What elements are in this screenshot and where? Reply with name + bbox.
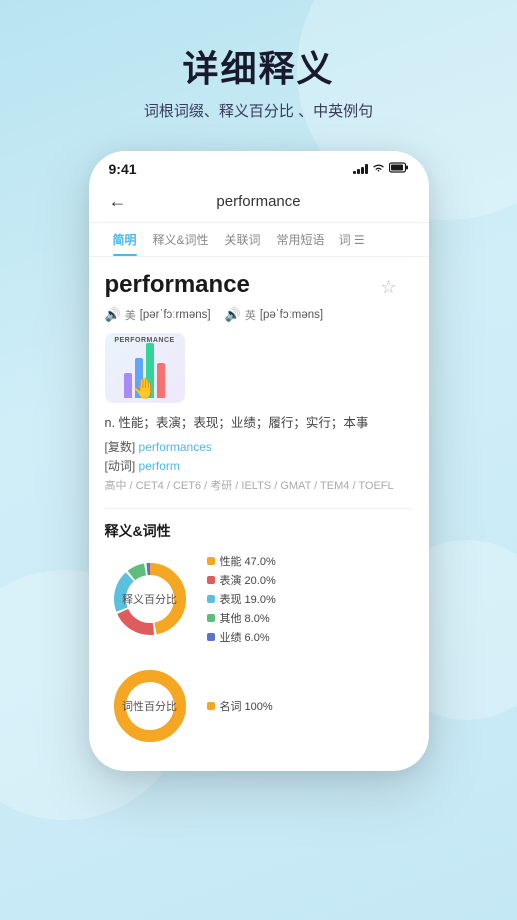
section-divider <box>105 508 413 509</box>
word-tags: 高中 / CET4 / CET6 / 考研 / IELTS / GMAT / T… <box>105 478 413 496</box>
app-title: 详细释义 <box>20 40 497 92</box>
word-definition: n. 性能；表演；表现；业绩；履行；实行；本事 <box>105 413 413 434</box>
legend-label: 其他 8.0% <box>220 610 270 626</box>
donut2-label: 词性百分比 <box>122 698 177 714</box>
donut1-row: 释义百分比 性能 47.0% 表演 20.0% 表现 19.0% 其他 8.0% 业绩 … <box>105 553 413 645</box>
section-definition-title: 释义&词性 <box>105 521 413 541</box>
tab-simple[interactable]: 简明 <box>105 223 145 256</box>
legend-dot <box>207 576 215 584</box>
status-time: 9:41 <box>109 161 137 177</box>
chart-bar <box>157 363 165 398</box>
legend-label: 表演 20.0% <box>220 572 276 588</box>
nav-bar: ← performance <box>89 181 429 223</box>
legend-label: 表现 19.0% <box>220 591 276 607</box>
tab-phrases[interactable]: 常用短语 <box>269 223 333 256</box>
legend-item: 名词 100% <box>207 698 273 714</box>
tab-word[interactable]: 词 ☰ <box>335 223 369 256</box>
pron-uk-phonetic: [pəˈfɔːməns] <box>260 309 323 321</box>
app-subtitle: 词根词缀、释义百分比 、中英例句 <box>20 100 497 121</box>
pron-us[interactable]: 🔊 美 [pərˈfɔːrməns] <box>105 307 211 323</box>
signal-bar-2 <box>357 169 360 174</box>
plural-label: [复数] <box>105 440 139 454</box>
legend-item: 表现 19.0% <box>207 591 276 607</box>
donut2-chart: 词性百分比 <box>105 661 195 751</box>
donut1-chart: 释义百分比 <box>105 554 195 644</box>
tabs-bar: 简明 释义&词性 关联词 常用短语 词 ☰ <box>89 223 429 257</box>
bookmark-button[interactable]: ☆ <box>380 277 396 298</box>
legend-item: 性能 47.0% <box>207 553 276 569</box>
word-title: performance <box>105 271 250 299</box>
word-image-text: PERFORMANCE <box>105 337 185 344</box>
verb-word[interactable]: perform <box>139 459 180 473</box>
legend-item: 表演 20.0% <box>207 572 276 588</box>
speaker-us-icon: 🔊 <box>105 307 121 323</box>
nav-title: performance <box>131 193 387 210</box>
donut2-row: 词性百分比 名词 100% <box>105 661 413 751</box>
signal-icon <box>353 164 368 174</box>
tab-definition[interactable]: 释义&词性 <box>145 223 217 256</box>
back-button[interactable]: ← <box>105 187 131 216</box>
plural-word[interactable]: performances <box>139 440 212 454</box>
verb-label: [动词] <box>105 459 139 473</box>
status-bar: 9:41 <box>89 151 429 181</box>
status-icons <box>353 162 409 176</box>
signal-bar-3 <box>361 167 364 174</box>
signal-bar-1 <box>353 171 356 174</box>
phone-mockup: 9:41 <box>89 151 429 771</box>
battery-icon <box>389 162 409 176</box>
legend-dot <box>207 702 215 710</box>
donut1-label: 释义百分比 <box>122 591 177 607</box>
hand-icon: 🤚 <box>132 376 157 401</box>
legend-label: 性能 47.0% <box>220 553 276 569</box>
legend-dot <box>207 557 215 565</box>
legend-label: 名词 100% <box>220 698 273 714</box>
pron-us-label: 美 <box>125 307 136 323</box>
verb-line: [动词] perform <box>105 457 413 474</box>
legend1: 性能 47.0% 表演 20.0% 表现 19.0% 其他 8.0% 业绩 6.0% <box>207 553 276 645</box>
pron-us-phonetic: [pərˈfɔːrməns] <box>140 309 211 321</box>
pronunciations: 🔊 美 [pərˈfɔːrməns] 🔊 英 [pəˈfɔːməns] <box>105 307 413 323</box>
speaker-uk-icon: 🔊 <box>225 307 241 323</box>
tab-more-icon: ☰ <box>354 233 365 247</box>
legend-dot <box>207 595 215 603</box>
tab-related[interactable]: 关联词 <box>217 223 269 256</box>
legend2: 名词 100% <box>207 698 273 714</box>
signal-bar-4 <box>365 164 368 174</box>
plural-line: [复数] performances <box>105 438 413 455</box>
word-title-row: performance ☆ <box>105 271 413 303</box>
pron-uk-label: 英 <box>245 307 256 323</box>
word-image: PERFORMANCE 🤚 <box>105 333 185 403</box>
word-content: performance ☆ 🔊 美 [pərˈfɔːrməns] 🔊 英 [pə… <box>89 257 429 751</box>
pron-uk[interactable]: 🔊 英 [pəˈfɔːməns] <box>225 307 323 323</box>
legend-item: 其他 8.0% <box>207 610 276 626</box>
legend-dot <box>207 633 215 641</box>
app-header: 详细释义 词根词缀、释义百分比 、中英例句 <box>0 0 517 141</box>
legend-item: 业绩 6.0% <box>207 629 276 645</box>
legend-dot <box>207 614 215 622</box>
charts-container: 释义百分比 性能 47.0% 表演 20.0% 表现 19.0% 其他 8.0% 业绩 … <box>105 553 413 751</box>
legend-label: 业绩 6.0% <box>220 629 270 645</box>
wifi-icon <box>372 162 385 176</box>
chart-bar <box>124 373 132 398</box>
